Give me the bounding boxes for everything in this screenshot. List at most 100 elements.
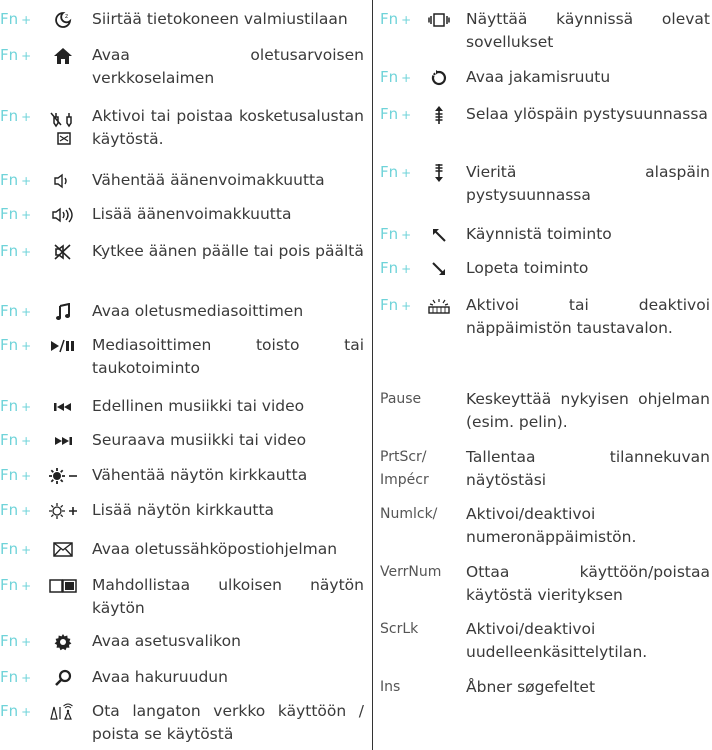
fn-key-label: Fn + bbox=[0, 203, 31, 227]
plus-sign: + bbox=[21, 208, 32, 222]
key-name: PrtScr/Impécr bbox=[380, 449, 429, 488]
plus-sign: + bbox=[21, 13, 32, 27]
fn-key-label: Fn + bbox=[0, 464, 31, 488]
key-description: Ottaa käyttöön/poistaa käytöstä vierityk… bbox=[466, 563, 710, 604]
shortcut-description: Avaa asetusvalikon bbox=[92, 632, 241, 650]
fn-key-label: Fn + bbox=[0, 630, 31, 654]
fn-text: Fn bbox=[0, 501, 19, 519]
fn-key-label: Fn + bbox=[0, 429, 31, 453]
shortcut-description: Edellinen musiikki tai video bbox=[92, 397, 305, 415]
fn-text: Fn bbox=[0, 632, 19, 650]
shortcut-description: Aktivoi tai deaktivoi näppäimistön taust… bbox=[466, 296, 710, 337]
key-description: Tallentaa tilannekuvan näytöstäsi bbox=[466, 448, 710, 489]
shortcut-description: Mediasoittimen toisto tai taukotoiminto bbox=[92, 336, 364, 377]
shortcut-description: Kytkee äänen päälle tai pois päältä bbox=[92, 242, 364, 260]
plus-sign: + bbox=[401, 166, 412, 180]
fn-key-label: Fn + bbox=[0, 574, 31, 598]
home-icon bbox=[48, 44, 78, 67]
shortcut-description: Vähentää äänenvoimakkuutta bbox=[92, 171, 325, 189]
brightness-down-icon bbox=[48, 464, 78, 487]
key-name: VerrNum bbox=[380, 564, 442, 580]
plus-sign: + bbox=[401, 299, 412, 313]
shortcut-description: Avaa jakamisruutu bbox=[466, 68, 611, 86]
fn-key-label: Fn + bbox=[0, 105, 31, 129]
shortcut-description: Vähentää näytön kirkkautta bbox=[92, 466, 308, 484]
mail-icon bbox=[48, 538, 78, 561]
volume-up-icon bbox=[48, 203, 78, 226]
key-description: Aktivoi/deaktivoi numeronäppäimistön. bbox=[466, 505, 637, 546]
fn-text: Fn bbox=[380, 10, 399, 28]
fn-text: Fn bbox=[0, 668, 19, 686]
fn-key-label: Fn + bbox=[380, 161, 411, 185]
shortcut-description: Lisää äänenvoimakkuutta bbox=[92, 205, 292, 223]
fn-text: Fn bbox=[380, 225, 399, 243]
fn-text: Fn bbox=[0, 336, 19, 354]
fn-key-label: Fn + bbox=[0, 44, 31, 68]
fn-key-label: Fn + bbox=[0, 300, 31, 324]
running-apps-icon bbox=[424, 8, 454, 31]
plus-sign: + bbox=[21, 110, 32, 124]
scroll-up-icon bbox=[424, 103, 454, 126]
plus-sign: + bbox=[21, 579, 32, 593]
shortcut-description: Käynnistä toiminto bbox=[466, 225, 612, 243]
shortcut-description: Avaa oletusmediasoittimen bbox=[92, 302, 304, 320]
fn-text: Fn bbox=[0, 10, 19, 28]
plus-sign: + bbox=[401, 108, 412, 122]
search-icon bbox=[48, 666, 78, 689]
fn-text: Fn bbox=[0, 431, 19, 449]
fn-key-label: Fn + bbox=[0, 240, 31, 264]
next-track-icon bbox=[48, 429, 78, 452]
key-name: Pause bbox=[380, 391, 422, 407]
end-arrow-icon bbox=[424, 257, 454, 280]
shortcut-description: Selaa ylöspäin pystysuunnassa bbox=[466, 105, 708, 123]
start-arrow-icon bbox=[424, 223, 454, 246]
volume-down-icon bbox=[48, 169, 78, 192]
fn-key-label: Fn + bbox=[380, 66, 411, 90]
brightness-up-icon bbox=[48, 499, 78, 522]
fn-text: Fn bbox=[380, 259, 399, 277]
fn-text: Fn bbox=[0, 576, 19, 594]
sleep-icon: z bbox=[48, 8, 78, 31]
mute-icon bbox=[48, 240, 78, 263]
plus-sign: + bbox=[21, 635, 32, 649]
svg-text:z: z bbox=[65, 13, 68, 20]
fn-key-label: Fn + bbox=[0, 538, 31, 562]
plus-sign: + bbox=[21, 434, 32, 448]
fn-key-label: Fn + bbox=[0, 395, 31, 419]
column-divider bbox=[372, 0, 373, 750]
key-name: ScrLk bbox=[380, 621, 419, 637]
shortcut-description: Ota langaton verkko käyttöön / poista se… bbox=[92, 702, 364, 743]
fn-text: Fn bbox=[0, 107, 19, 125]
shortcut-description: Lopeta toiminto bbox=[466, 259, 589, 277]
fn-key-label: Fn + bbox=[0, 334, 31, 358]
key-name: Ins bbox=[380, 679, 401, 695]
fn-text: Fn bbox=[0, 242, 19, 260]
fn-text: Fn bbox=[0, 205, 19, 223]
fn-key-label: Fn + bbox=[0, 666, 31, 690]
fn-text: Fn bbox=[0, 702, 19, 720]
shortcut-description: Näyttää käynnissä olevat sovellukset bbox=[466, 10, 710, 51]
touchpad-toggle-icon bbox=[48, 109, 78, 149]
fn-text: Fn bbox=[380, 296, 399, 314]
shortcut-description: Seuraava musiikki tai video bbox=[92, 431, 307, 449]
fn-text: Fn bbox=[380, 68, 399, 86]
shortcut-description: Avaa oletussähköpostiohjelman bbox=[92, 540, 338, 558]
plus-sign: + bbox=[21, 671, 32, 685]
fn-key-label: Fn + bbox=[0, 8, 31, 32]
fn-key-label: Fn + bbox=[380, 103, 411, 127]
plus-sign: + bbox=[21, 305, 32, 319]
fn-key-label: Fn + bbox=[380, 8, 411, 32]
key-name: Numlck/ bbox=[380, 506, 438, 522]
plus-sign: + bbox=[21, 245, 32, 259]
fn-key-label: Fn + bbox=[380, 223, 411, 247]
fn-text: Fn bbox=[0, 397, 19, 415]
fn-key-label: Fn + bbox=[0, 169, 31, 193]
share-icon bbox=[424, 66, 454, 89]
keyboard-backlight-icon bbox=[424, 294, 454, 317]
plus-sign: + bbox=[21, 174, 32, 188]
fn-key-label: Fn + bbox=[0, 499, 31, 523]
fn-key-label: Fn + bbox=[380, 257, 411, 281]
shortcut-description: Siirtää tietokoneen valmiustilaan bbox=[92, 10, 348, 28]
plus-sign: + bbox=[21, 49, 32, 63]
fn-text: Fn bbox=[0, 171, 19, 189]
